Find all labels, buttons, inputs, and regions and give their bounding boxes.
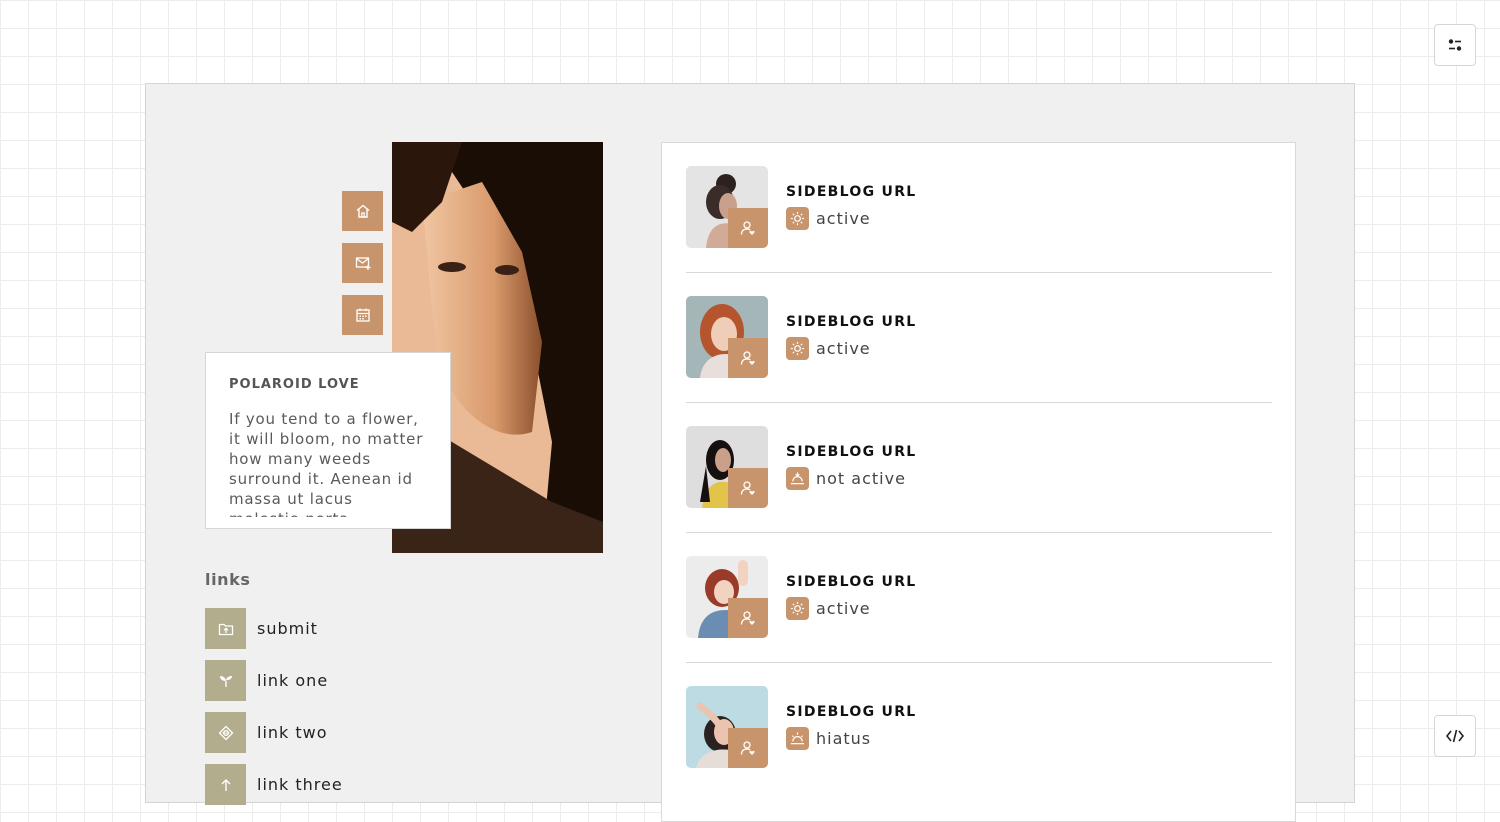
- avatar: [686, 296, 768, 378]
- about-text: If you tend to a flower, it will bloom, …: [229, 410, 424, 517]
- sideblog-item[interactable]: SIDEBLOG URL active: [686, 556, 1272, 639]
- sprout-icon: [205, 660, 246, 701]
- sideblog-url[interactable]: SIDEBLOG URL: [786, 314, 917, 330]
- home-button[interactable]: [342, 191, 383, 231]
- sunrise-icon: [786, 727, 809, 750]
- status: active: [786, 597, 871, 620]
- link-label: submit: [257, 619, 318, 638]
- sliders-icon: [1448, 39, 1462, 51]
- divider: [686, 662, 1272, 663]
- status-text: active: [816, 209, 871, 228]
- status: active: [786, 207, 871, 230]
- compass-icon: [205, 712, 246, 753]
- links-list: submit link one link two link three: [205, 608, 343, 816]
- sideblog-item[interactable]: SIDEBLOG URL active: [686, 296, 1272, 379]
- avatar: [686, 686, 768, 768]
- divider: [686, 532, 1272, 533]
- sun-icon: [786, 337, 809, 360]
- user-heart-icon: [728, 468, 768, 508]
- status: not active: [786, 467, 906, 490]
- user-heart-icon: [728, 208, 768, 248]
- sideblog-list: SIDEBLOG URL active SIDEBLOG URL active …: [661, 142, 1296, 822]
- links-heading: links: [205, 570, 251, 589]
- about-card: POLAROID LOVE If you tend to a flower, i…: [205, 352, 451, 529]
- sideblog-url[interactable]: SIDEBLOG URL: [786, 444, 917, 460]
- status-text: not active: [816, 469, 906, 488]
- sideblog-url[interactable]: SIDEBLOG URL: [786, 574, 917, 590]
- sideblog-item[interactable]: SIDEBLOG URL hiatus: [686, 686, 1272, 769]
- link-submit[interactable]: submit: [205, 608, 343, 649]
- link-one[interactable]: link one: [205, 660, 343, 701]
- arrow-up-icon: [205, 764, 246, 805]
- home-icon: [356, 204, 369, 218]
- status-text: active: [816, 599, 871, 618]
- sideblog-item[interactable]: SIDEBLOG URL active: [686, 166, 1272, 249]
- sideblog-url[interactable]: SIDEBLOG URL: [786, 184, 917, 200]
- link-label: link three: [257, 775, 343, 794]
- sun-icon: [786, 207, 809, 230]
- divider: [686, 402, 1272, 403]
- avatar: [686, 166, 768, 248]
- link-label: link one: [257, 671, 329, 690]
- sideblog-url[interactable]: SIDEBLOG URL: [786, 704, 917, 720]
- link-label: link two: [257, 723, 328, 742]
- sunset-icon: [786, 467, 809, 490]
- view-code-button[interactable]: [1434, 715, 1476, 757]
- user-heart-icon: [728, 728, 768, 768]
- nav-icon-column: [342, 191, 383, 347]
- link-three[interactable]: link three: [205, 764, 343, 805]
- settings-toggle-button[interactable]: [1434, 24, 1476, 66]
- status-text: hiatus: [816, 729, 872, 748]
- link-two[interactable]: link two: [205, 712, 343, 753]
- about-title: POLAROID LOVE: [229, 377, 360, 392]
- ask-button[interactable]: [342, 243, 383, 283]
- theme-panel: POLAROID LOVE If you tend to a flower, i…: [145, 83, 1355, 822]
- folder-upload-icon: [205, 608, 246, 649]
- user-heart-icon: [728, 598, 768, 638]
- code-icon: [1446, 729, 1464, 743]
- user-heart-icon: [728, 338, 768, 378]
- calendar-icon: [355, 308, 370, 322]
- calendar-button[interactable]: [342, 295, 383, 335]
- sideblog-item[interactable]: SIDEBLOG URL not active: [686, 426, 1272, 509]
- avatar: [686, 426, 768, 508]
- sun-icon: [786, 597, 809, 620]
- divider: [686, 272, 1272, 273]
- status: active: [786, 337, 871, 360]
- mail-plus-icon: [355, 257, 370, 270]
- avatar: [686, 556, 768, 638]
- status: hiatus: [786, 727, 871, 750]
- status-text: active: [816, 339, 871, 358]
